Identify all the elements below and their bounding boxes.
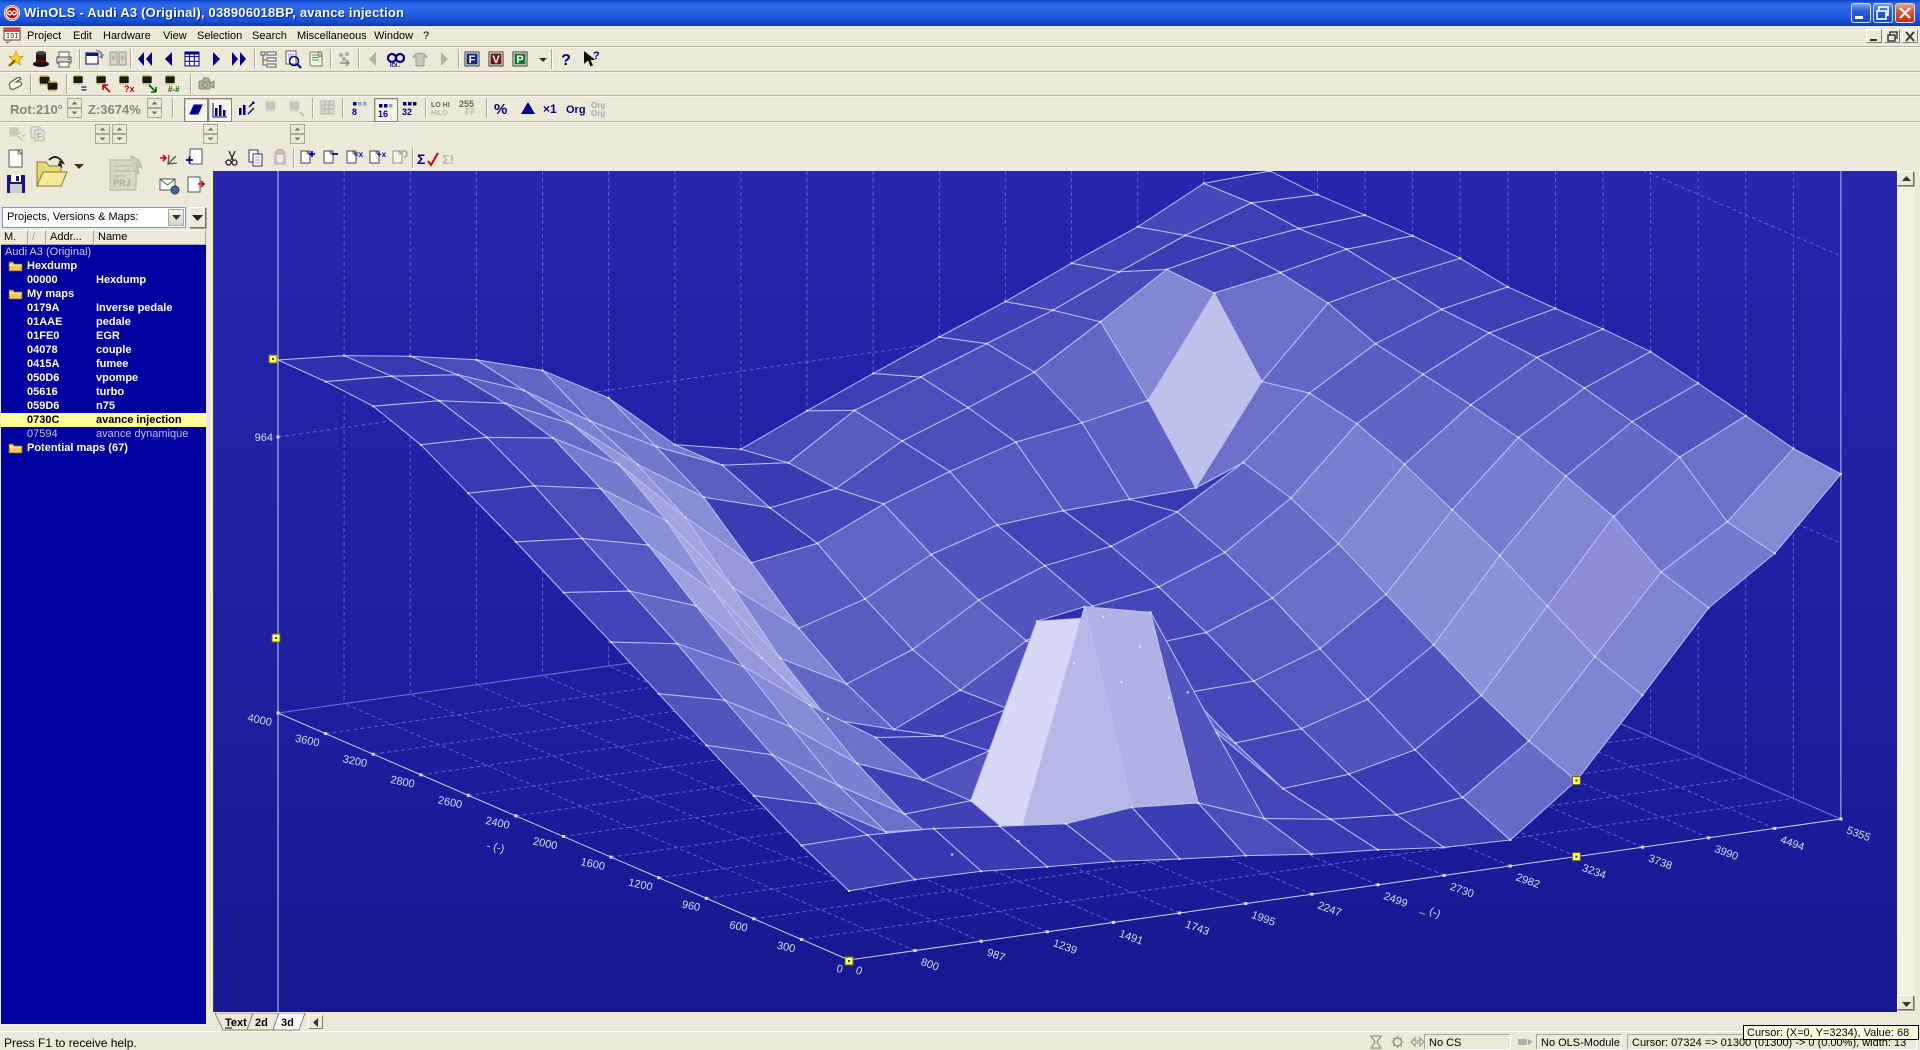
svg-text:32: 32: [402, 107, 412, 117]
svg-text:3d: 3d: [281, 1017, 294, 1029]
svg-text:Org: Org: [591, 109, 605, 118]
svg-text:=x: =x: [354, 150, 363, 159]
svg-text:+x: +x: [377, 150, 386, 159]
svg-text:IOI..: IOI..: [390, 63, 401, 69]
svg-text:HILO: HILO: [431, 110, 448, 117]
svg-text:?: ?: [561, 52, 571, 69]
svg-text:2d: 2d: [255, 1017, 268, 1029]
svg-text:×1: ×1: [543, 102, 557, 116]
svg-text:P: P: [516, 54, 523, 66]
svg-text:?x: ?x: [124, 84, 135, 94]
svg-text:PRJ: PRJ: [113, 178, 131, 188]
svg-text:LO HI: LO HI: [431, 102, 450, 109]
svg-text:V: V: [492, 54, 500, 66]
svg-text:FF: FF: [465, 107, 476, 117]
svg-text:Org: Org: [566, 104, 586, 116]
svg-text:16: 16: [378, 109, 388, 119]
svg-text:F: F: [37, 132, 42, 141]
svg-text:964: 964: [255, 432, 273, 444]
svg-text:#-#: #-#: [168, 85, 180, 94]
svg-text:Σ: Σ: [417, 151, 425, 167]
svg-text:8: 8: [352, 107, 357, 117]
svg-text:%: %: [494, 101, 507, 118]
svg-text:Text: Text: [225, 1017, 247, 1029]
svg-text:?: ?: [593, 50, 599, 62]
svg-text:Σ!: Σ!: [442, 152, 454, 167]
svg-text:=: =: [81, 84, 87, 94]
svg-text:F: F: [469, 54, 476, 66]
